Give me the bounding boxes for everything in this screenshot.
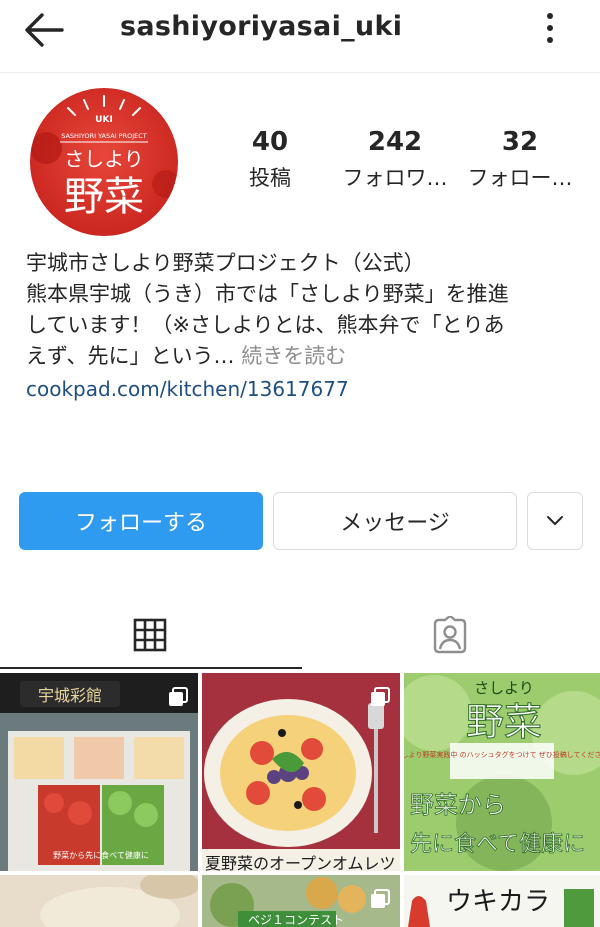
post-tile[interactable] bbox=[0, 875, 198, 927]
post-image bbox=[0, 875, 198, 927]
poster-slogan: 野菜から先に食べて健康に bbox=[53, 850, 149, 860]
active-tab-indicator bbox=[0, 667, 302, 669]
shop-sign-text: 宇城彩館 bbox=[38, 686, 102, 705]
post-tile[interactable]: ウキカラ bbox=[404, 875, 600, 927]
poster-title: さしより bbox=[474, 679, 534, 697]
avatar-top-text: UKI bbox=[95, 115, 113, 125]
top-bar: sashiyoriyasai_uki bbox=[0, 0, 600, 62]
avatar-line2: 野菜 bbox=[64, 174, 144, 220]
arrow-left-icon[interactable] bbox=[22, 10, 66, 50]
multiple-images-icon bbox=[169, 687, 188, 706]
poster-slogan-1: 野菜から bbox=[410, 791, 506, 819]
following-label: フォロー… bbox=[467, 166, 573, 190]
posts-label: 投稿 bbox=[249, 166, 291, 190]
tab-grid[interactable] bbox=[0, 606, 300, 664]
message-button[interactable]: メッセージ bbox=[273, 492, 517, 550]
bio-line-3-text: えず、先に」という… bbox=[26, 344, 235, 368]
profile-bio: 宇城市さしより野菜プロジェクト（公式） 熊本県宇城（うき）市では「さしより野菜」… bbox=[26, 248, 586, 405]
multiple-images-icon bbox=[371, 889, 390, 908]
bio-name: 宇城市さしより野菜プロジェクト（公式） bbox=[26, 251, 425, 275]
more-vertical-icon[interactable] bbox=[536, 10, 564, 46]
post-tile[interactable]: 宇城彩館 野菜から先に食べて健康に bbox=[0, 673, 198, 871]
read-more-link[interactable]: 続きを読む bbox=[235, 344, 346, 368]
post-image: さしより 野菜 #さしより野菜実践中 のハッシュタグをつけて ぜひ投稿してくださ… bbox=[404, 673, 600, 871]
followers-value: 242 bbox=[367, 127, 423, 157]
post-caption: ウキカラ bbox=[446, 887, 551, 917]
avatar[interactable]: UKI SASHIYORI YASAI PROJECT さしより 野菜 bbox=[30, 88, 178, 236]
follow-button[interactable]: フォローする bbox=[19, 492, 263, 550]
poster-slogan-2: 先に食べて健康に bbox=[410, 832, 585, 857]
multiple-images-icon bbox=[371, 687, 390, 706]
bio-line-2: しています！（※さしよりとは、熊本弁で「とりあ bbox=[26, 313, 505, 337]
chevron-down-icon bbox=[547, 516, 563, 525]
followers-count[interactable]: 242 フォロワ… bbox=[333, 126, 457, 192]
post-caption: ベジ１コンテスト bbox=[248, 913, 345, 927]
bio-website-link[interactable]: cookpad.com/kitchen/13617677 bbox=[26, 374, 586, 405]
header-divider bbox=[0, 72, 600, 73]
tab-tagged[interactable] bbox=[300, 606, 600, 664]
profile-username: sashiyoriyasai_uki bbox=[120, 11, 403, 42]
avatar-project-text: SASHIYORI YASAI PROJECT bbox=[61, 132, 147, 140]
following-count[interactable]: 32 フォロー… bbox=[462, 126, 578, 192]
poster-notice: #さしより野菜実践中 のハッシュタグをつけて ぜひ投稿してください！ bbox=[404, 750, 600, 759]
posts-value: 40 bbox=[251, 127, 289, 157]
post-tile[interactable]: ベジ１コンテスト bbox=[202, 875, 400, 927]
post-caption: 夏野菜のオープンオムレツ bbox=[205, 854, 396, 871]
post-tile[interactable]: 夏野菜のオープンオムレツ bbox=[202, 673, 400, 871]
grid-icon bbox=[133, 618, 167, 652]
bio-line-1: 熊本県宇城（うき）市では「さしより野菜」を推進 bbox=[26, 282, 509, 306]
avatar-line1: さしより bbox=[64, 147, 144, 171]
followers-label: フォロワ… bbox=[342, 166, 448, 190]
avatar-logo: UKI SASHIYORI YASAI PROJECT さしより 野菜 bbox=[30, 88, 178, 236]
suggestions-dropdown-button[interactable] bbox=[527, 492, 583, 550]
tagged-person-icon bbox=[433, 616, 467, 654]
post-tile[interactable]: さしより 野菜 #さしより野菜実践中 のハッシュタグをつけて ぜひ投稿してくださ… bbox=[404, 673, 600, 871]
following-value: 32 bbox=[501, 127, 539, 157]
bio-line-3: えず、先に」という… 続きを読む bbox=[26, 341, 586, 372]
posts-count[interactable]: 40 投稿 bbox=[232, 126, 308, 192]
poster-big-text: 野菜 bbox=[466, 700, 542, 744]
